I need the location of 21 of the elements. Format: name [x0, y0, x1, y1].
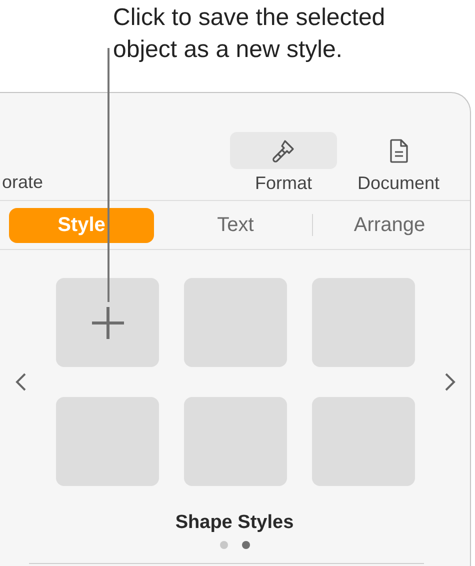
format-button[interactable]: [230, 132, 337, 169]
style-tile[interactable]: [184, 278, 287, 367]
callout-text: Click to save the selected object as a new style.: [112, 3, 386, 65]
toolbar-label: Format: [254, 173, 312, 194]
style-tile[interactable]: [56, 397, 159, 486]
style-tile[interactable]: [184, 397, 287, 486]
style-tile[interactable]: [312, 278, 415, 367]
chevron-right-icon[interactable]: [444, 372, 456, 392]
chevron-left-icon[interactable]: [15, 372, 27, 392]
page-dot[interactable]: [242, 541, 250, 549]
tab[interactable]: Text: [163, 208, 308, 242]
add-style-button[interactable]: [56, 278, 159, 367]
toolbar-label: orate: [2, 172, 44, 193]
document-icon: [388, 138, 408, 164]
toolbar-label: Document: [357, 173, 440, 194]
plus-icon: [90, 304, 126, 340]
section-title: Shape Styles: [175, 512, 294, 534]
paintbrush-icon: [270, 138, 296, 164]
style-tile[interactable]: [312, 397, 415, 486]
page-dot[interactable]: [220, 541, 228, 549]
tab[interactable]: Arrange: [317, 208, 462, 242]
